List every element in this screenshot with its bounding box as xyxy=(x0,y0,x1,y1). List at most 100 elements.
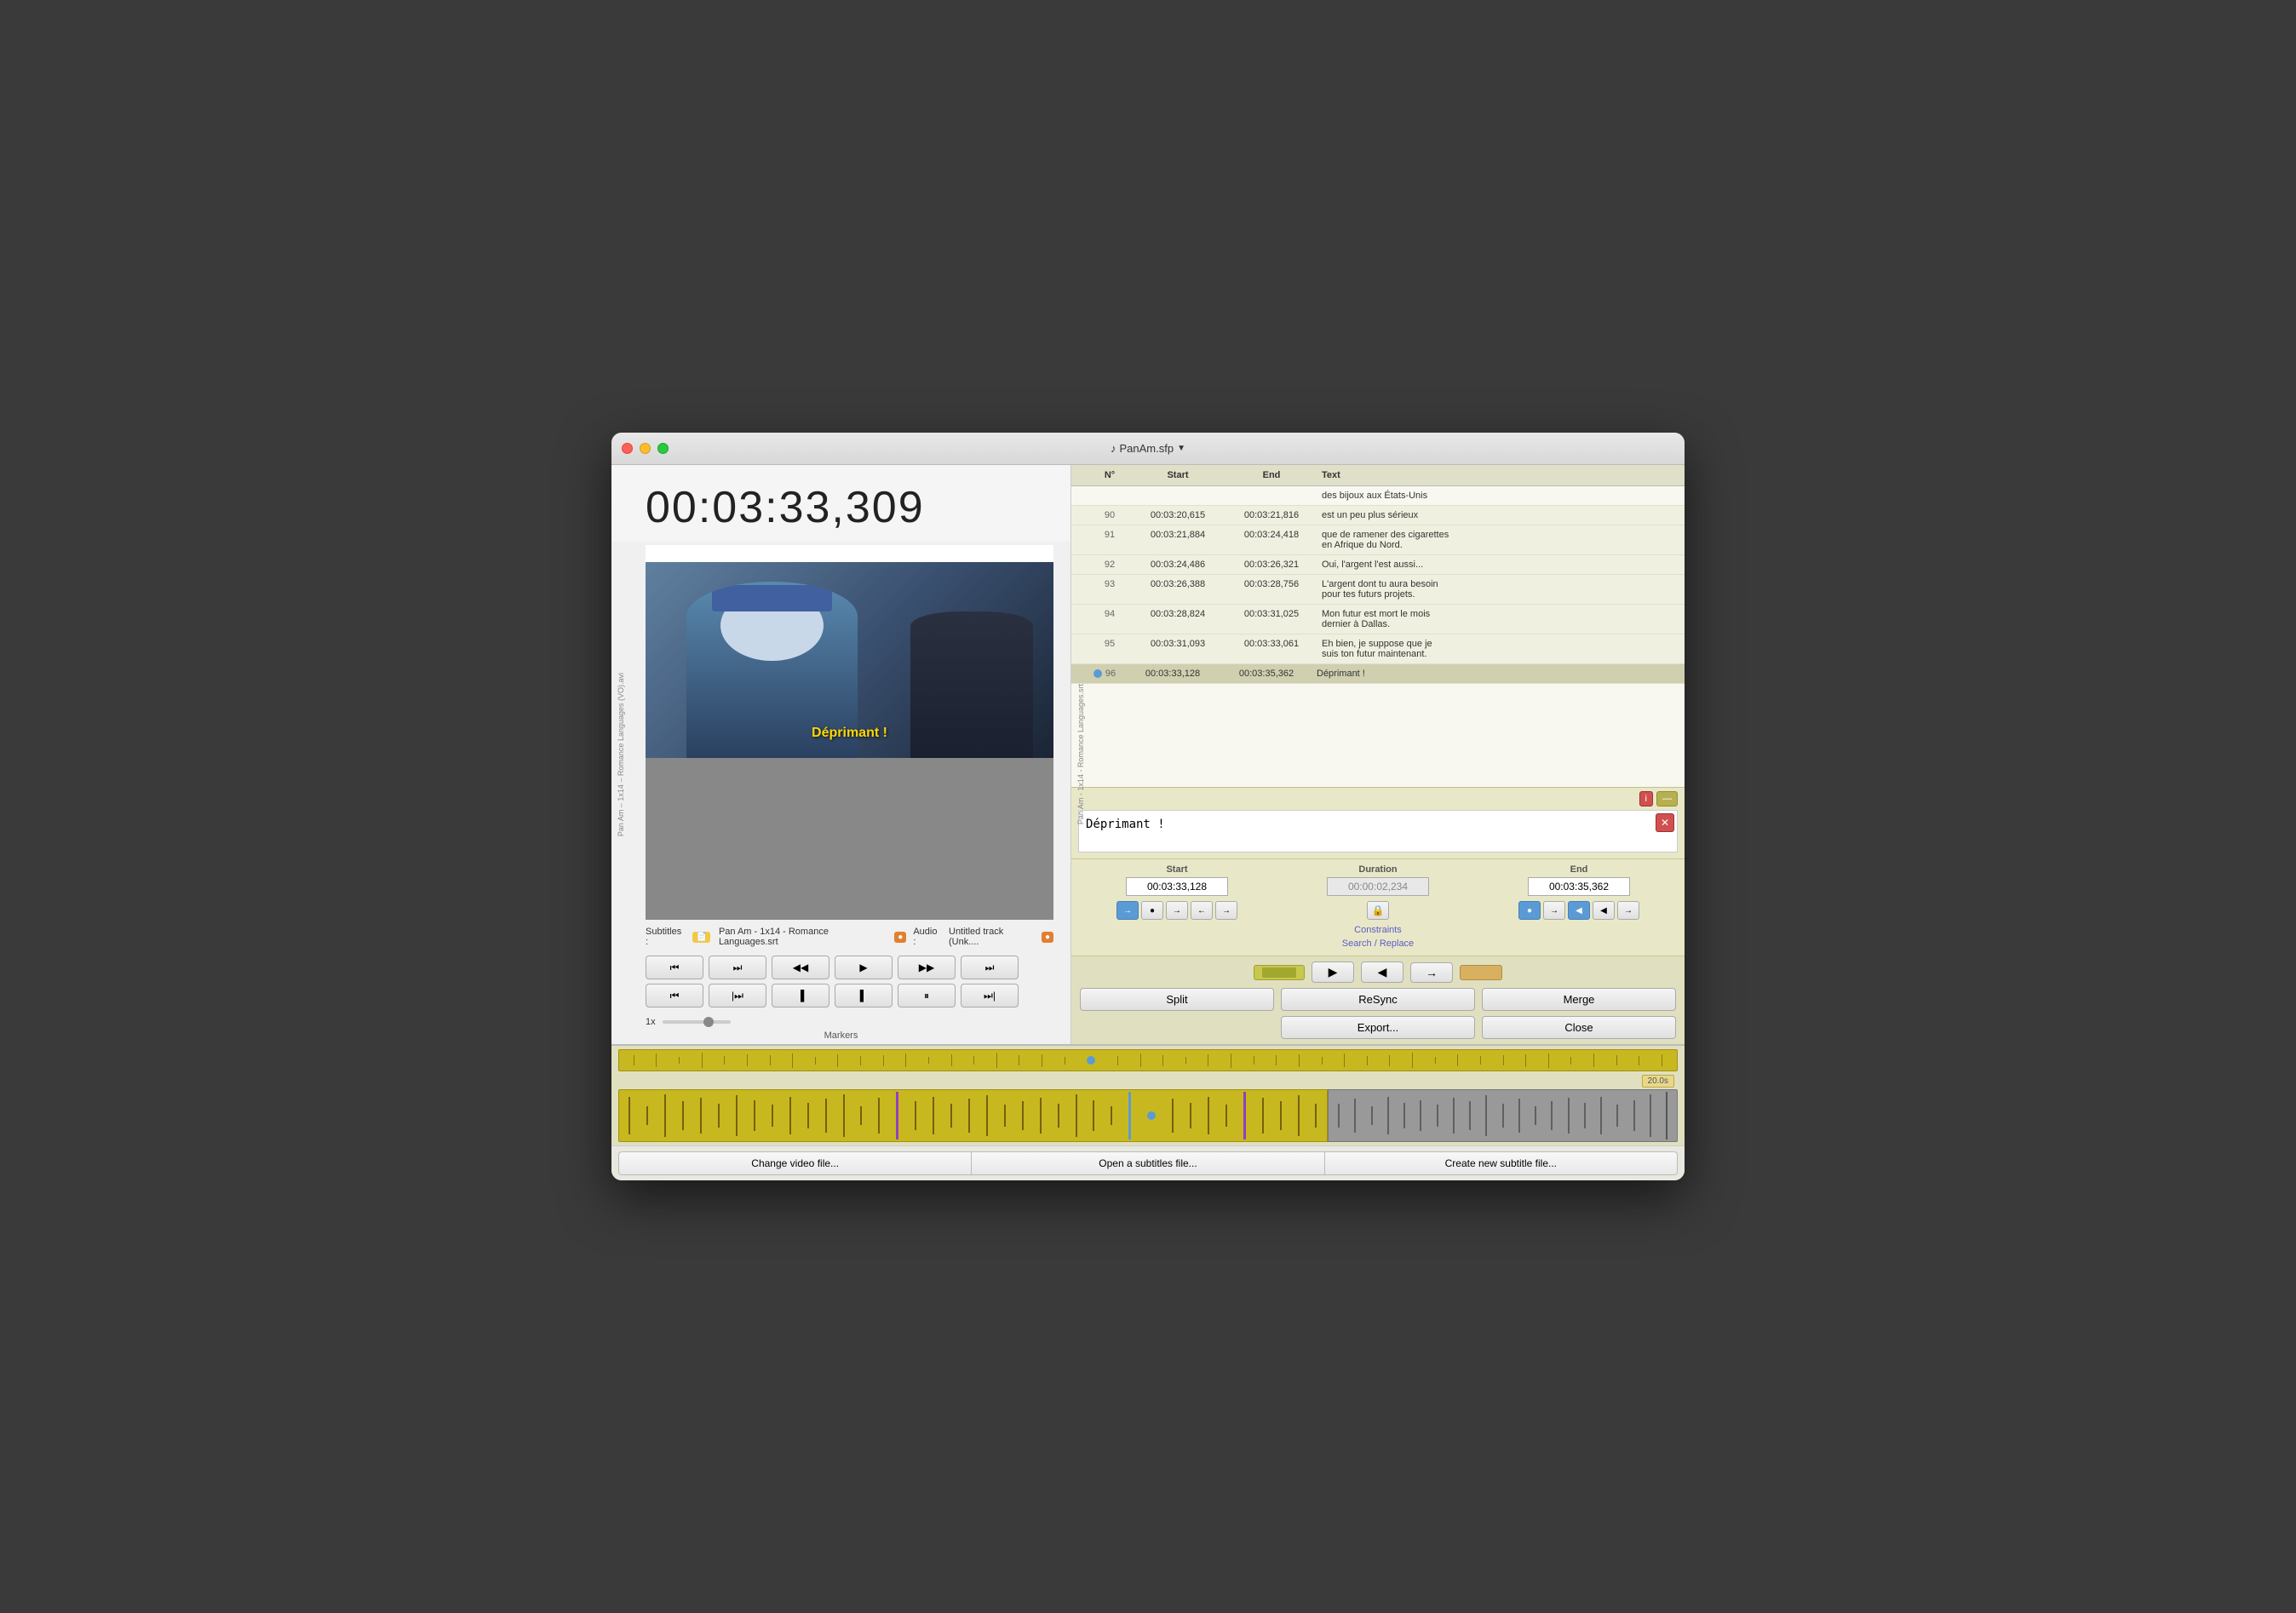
row-start xyxy=(1131,489,1225,492)
row-text: Oui, l'argent l'est aussi... xyxy=(1318,558,1685,571)
mark-out-btn[interactable]: ▌ xyxy=(835,984,893,1007)
next-end-btn[interactable]: → xyxy=(1617,901,1639,920)
table-row[interactable]: 92 00:03:24,486 00:03:26,321 Oui, l'arge… xyxy=(1071,555,1685,575)
end-input[interactable] xyxy=(1528,877,1630,896)
set-in-btn[interactable]: ⏸ xyxy=(898,984,956,1007)
fast-forward-btn[interactable]: ▶▶ xyxy=(898,956,956,979)
transport-controls: ⏮ ⏭ ◀◀ ▶ ▶▶ ⏭ ⏮ |⏭ ▐ ▌ ⏸ ⏭| xyxy=(611,950,1071,1015)
col-start: Start xyxy=(1131,468,1225,482)
action-row: Split ReSync Merge xyxy=(1080,988,1676,1011)
subtitle-overlay: Déprimant ! xyxy=(812,726,887,741)
row-start: 00:03:21,884 xyxy=(1131,528,1225,542)
transport-row-2: ⏮ |⏭ ▐ ▌ ⏸ ⏭| xyxy=(646,984,1053,1007)
row-end: 00:03:21,816 xyxy=(1225,508,1318,522)
waveform-detail[interactable] xyxy=(618,1089,1678,1142)
table-row[interactable]: 93 00:03:26,388 00:03:28,756 L'argent do… xyxy=(1071,575,1685,605)
play-btn[interactable]: ▶ xyxy=(835,956,893,979)
table-row[interactable]: 95 00:03:31,093 00:03:33,061 Eh bien, je… xyxy=(1071,634,1685,664)
next-segment-btn[interactable]: → xyxy=(1410,962,1453,983)
bottom-buttons: Change video file... Open a subtitles fi… xyxy=(611,1145,1685,1180)
traffic-lights xyxy=(622,443,669,454)
time-scale: 20.0s xyxy=(1642,1075,1674,1088)
row-start: 00:03:28,824 xyxy=(1131,607,1225,621)
subtitle-text-editor[interactable]: Déprimant ! xyxy=(1078,810,1678,852)
row-start: 00:03:31,093 xyxy=(1131,637,1225,651)
next-subtitle-btn[interactable]: |⏭ xyxy=(709,984,766,1007)
next-start-btn[interactable]: → xyxy=(1215,901,1237,920)
timing-start: Start xyxy=(1080,864,1274,896)
close-btn[interactable]: Close xyxy=(1482,1016,1676,1039)
go-to-start-btn[interactable]: → xyxy=(1116,901,1139,920)
markers-label: Markers xyxy=(611,1027,1071,1044)
start-input[interactable] xyxy=(1126,877,1228,896)
right-panel: Pan Am - 1x14 - Romance Languages.srt N°… xyxy=(1071,465,1685,1044)
playback-indicator-right xyxy=(1460,965,1502,980)
constraints-link[interactable]: Constraints xyxy=(1080,923,1676,937)
transport-row-1: ⏮ ⏭ ◀◀ ▶ ▶▶ ⏭ xyxy=(646,956,1053,979)
edit-area: Déprimant ! ✕ xyxy=(1071,806,1685,858)
resync-btn[interactable]: ReSync xyxy=(1281,988,1475,1011)
split-btn[interactable]: Split xyxy=(1080,988,1274,1011)
delete-text-btn[interactable]: ✕ xyxy=(1656,813,1674,832)
search-replace-link[interactable]: Search / Replace xyxy=(1080,937,1676,950)
change-video-btn[interactable]: Change video file... xyxy=(618,1151,972,1175)
rewind-segment-btn[interactable]: ◀ xyxy=(1361,961,1403,983)
duration-label: Duration xyxy=(1358,864,1397,875)
table-header: N° Start End Text xyxy=(1071,465,1685,486)
row-text: L'argent dont tu aura besoinpour tes fut… xyxy=(1318,577,1685,601)
table-body: des bijoux aux États-Unis 90 00:03:20,61… xyxy=(1071,486,1685,684)
mark-end-btn[interactable]: ◀ xyxy=(1568,901,1590,920)
rewind-btn[interactable]: ◀◀ xyxy=(772,956,829,979)
minimize-button[interactable] xyxy=(640,443,651,454)
skip-to-start-btn[interactable]: ⏮ xyxy=(646,956,703,979)
prev-start-btn[interactable]: ← xyxy=(1191,901,1213,920)
subtitles-label: Subtitles : xyxy=(646,927,686,947)
set-out-btn[interactable]: ⏭| xyxy=(961,984,1019,1007)
mark-in-btn[interactable]: ▐ xyxy=(772,984,829,1007)
play-segment-btn[interactable]: ▶ xyxy=(1312,961,1354,983)
audio-file: Untitled track (Unk.... xyxy=(949,927,1035,947)
table-row[interactable]: 91 00:03:21,884 00:03:24,418 que de rame… xyxy=(1071,525,1685,555)
end-nav-group: ● → ◀ ◀ → xyxy=(1482,901,1676,920)
italic-btn[interactable]: i xyxy=(1639,791,1653,806)
table-row[interactable]: 96 00:03:33,128 00:03:35,362 Déprimant ! xyxy=(1071,664,1685,684)
merge-btn[interactable]: Merge xyxy=(1482,988,1676,1011)
set-end-btn[interactable]: → xyxy=(1543,901,1565,920)
white-strip xyxy=(646,545,1053,562)
skip-to-end-btn[interactable]: ⏭ xyxy=(961,956,1019,979)
subtitle-table: N° Start End Text des bijoux aux États-U… xyxy=(1071,465,1685,787)
lock-btn[interactable]: 🔒 xyxy=(1367,901,1389,920)
row-text: Mon futur est mort le moisdernier à Dall… xyxy=(1318,607,1685,631)
table-row[interactable]: des bijoux aux États-Unis xyxy=(1071,486,1685,506)
play-from-start-btn[interactable]: ● xyxy=(1141,901,1163,920)
prev-frame-btn[interactable]: ⏭ xyxy=(709,956,766,979)
waveform-overview[interactable] xyxy=(618,1049,1678,1071)
speed-slider[interactable] xyxy=(663,1020,731,1024)
sidebar-left-label: Pan Am – 1x14 – Romance Languages (VO).a… xyxy=(617,673,625,836)
table-row[interactable]: 90 00:03:20,615 00:03:21,816 est un peu … xyxy=(1071,506,1685,525)
row-end: 00:03:31,025 xyxy=(1225,607,1318,621)
row-num: 93 xyxy=(1088,577,1131,591)
audio-orange-badge: ● xyxy=(1042,932,1053,943)
prev-subtitle-btn[interactable]: ⏮ xyxy=(646,984,703,1007)
window-title: ♪ PanAm.sfp ▼ xyxy=(1111,442,1185,455)
nav-row: → ● → ← → 🔒 ● → ◀ ◀ xyxy=(1080,901,1676,920)
duration-input[interactable] xyxy=(1327,877,1429,896)
strikethrough-btn[interactable]: — xyxy=(1656,791,1678,806)
active-indicator xyxy=(1093,669,1102,678)
close-button[interactable] xyxy=(622,443,633,454)
open-subtitles-btn[interactable]: Open a subtitles file... xyxy=(972,1151,1324,1175)
end-label: End xyxy=(1570,864,1588,875)
row-start: 00:03:26,388 xyxy=(1131,577,1225,591)
subtitle-badge: 📄 xyxy=(692,932,709,943)
go-to-end-btn[interactable]: ● xyxy=(1518,901,1541,920)
row-num: 92 xyxy=(1088,558,1131,571)
maximize-button[interactable] xyxy=(657,443,669,454)
prev-end-btn[interactable]: ◀ xyxy=(1593,901,1615,920)
audio-label: Audio : xyxy=(913,927,942,947)
table-row[interactable]: 94 00:03:28,824 00:03:31,025 Mon futur e… xyxy=(1071,605,1685,634)
video-frame: Déprimant ! xyxy=(646,562,1053,758)
export-btn[interactable]: Export... xyxy=(1281,1016,1475,1039)
set-start-btn[interactable]: → xyxy=(1166,901,1188,920)
create-subtitle-btn[interactable]: Create new subtitle file... xyxy=(1325,1151,1678,1175)
